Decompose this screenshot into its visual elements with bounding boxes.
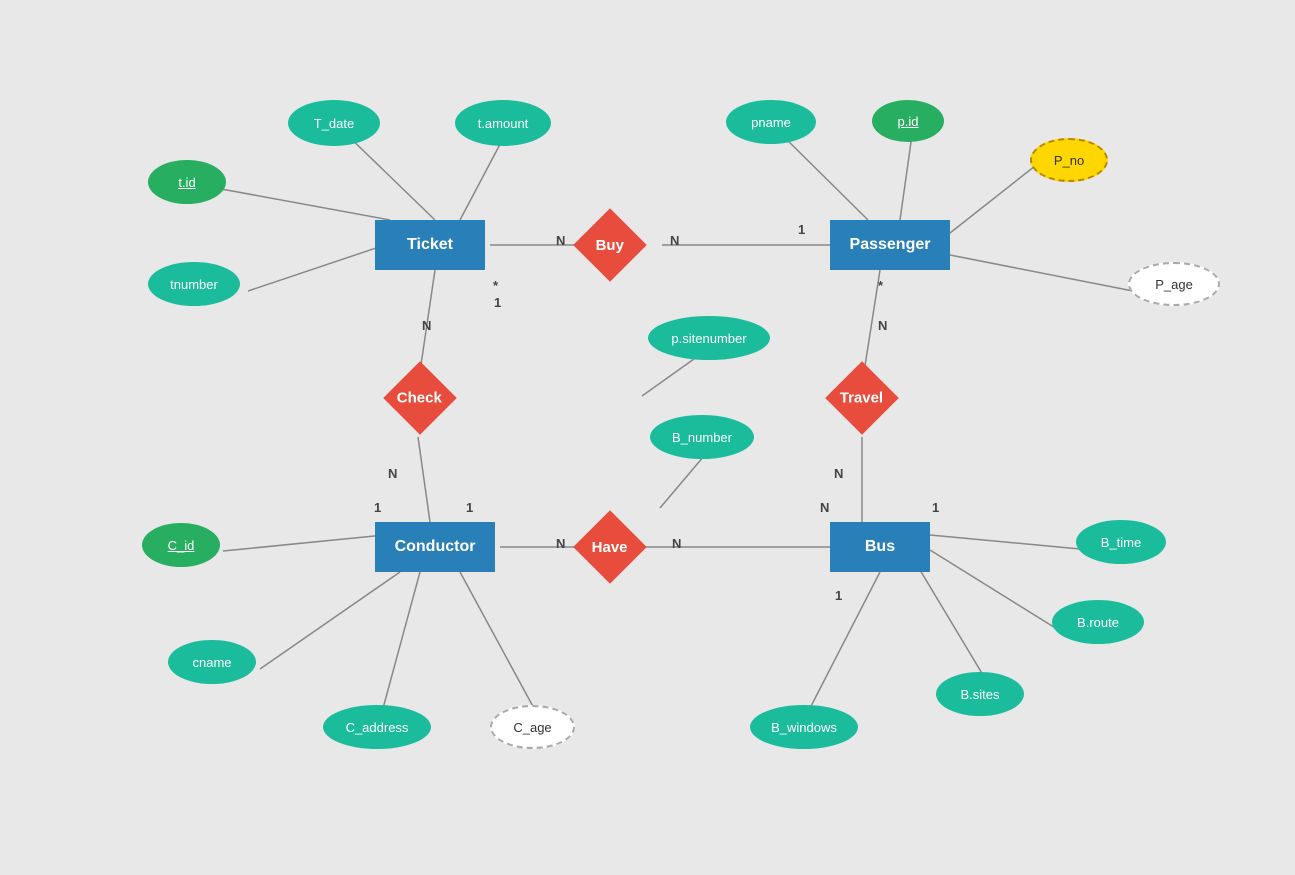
cardinality-have-n1: N [556, 536, 565, 551]
cardinality-conductor-1: 1 [374, 500, 381, 515]
cardinality-bus-n: N [820, 500, 829, 515]
entity-passenger: Passenger [830, 220, 950, 270]
cardinality-passenger-star: * [878, 278, 883, 293]
relationship-check: Check [383, 361, 457, 435]
cardinality-check-n: N [422, 318, 431, 333]
cardinality-have-n2: N [672, 536, 681, 551]
attribute-tnumber: tnumber [148, 262, 240, 306]
attribute-c-id: C_id [142, 523, 220, 567]
attribute-pname: pname [726, 100, 816, 144]
entity-conductor: Conductor [375, 522, 495, 572]
cardinality-travel-n: N [878, 318, 887, 333]
attribute-p-sitenumber: p.sitenumber [648, 316, 770, 360]
attribute-c-address: C_address [323, 705, 431, 749]
cardinality-buy-n1: N [556, 233, 565, 248]
attribute-t-amount: t.amount [455, 100, 551, 146]
attribute-b-time: B_time [1076, 520, 1166, 564]
relationship-buy: Buy [573, 208, 647, 282]
cardinality-buy-n2: N [670, 233, 679, 248]
cardinality-check-n2: N [388, 466, 397, 481]
cardinality-travel-n2: N [834, 466, 843, 481]
attribute-p-id: p.id [872, 100, 944, 142]
cardinality-buy-1: 1 [798, 222, 805, 237]
attribute-b-number: B_number [650, 415, 754, 459]
attribute-t-id: t.id [148, 160, 226, 204]
attribute-p-no: P_no [1030, 138, 1108, 182]
attribute-b-route: B.route [1052, 600, 1144, 644]
entity-bus: Bus [830, 522, 930, 572]
cardinality-conductor-1b: 1 [466, 500, 473, 515]
attribute-b-windows: B_windows [750, 705, 858, 749]
cardinality-bus-1b: 1 [835, 588, 842, 603]
cardinality-ticket-1: 1 [494, 295, 501, 310]
attribute-b-sites: B.sites [936, 672, 1024, 716]
relationship-have: Have [573, 510, 647, 584]
cardinality-bus-1: 1 [932, 500, 939, 515]
attribute-p-age: P_age [1128, 262, 1220, 306]
attribute-cname: cname [168, 640, 256, 684]
entity-ticket: Ticket [375, 220, 485, 270]
attribute-t-date: T_date [288, 100, 380, 146]
attribute-c-age: C_age [490, 705, 575, 749]
cardinality-ticket-star: * [493, 278, 498, 293]
relationship-travel: Travel [825, 361, 899, 435]
